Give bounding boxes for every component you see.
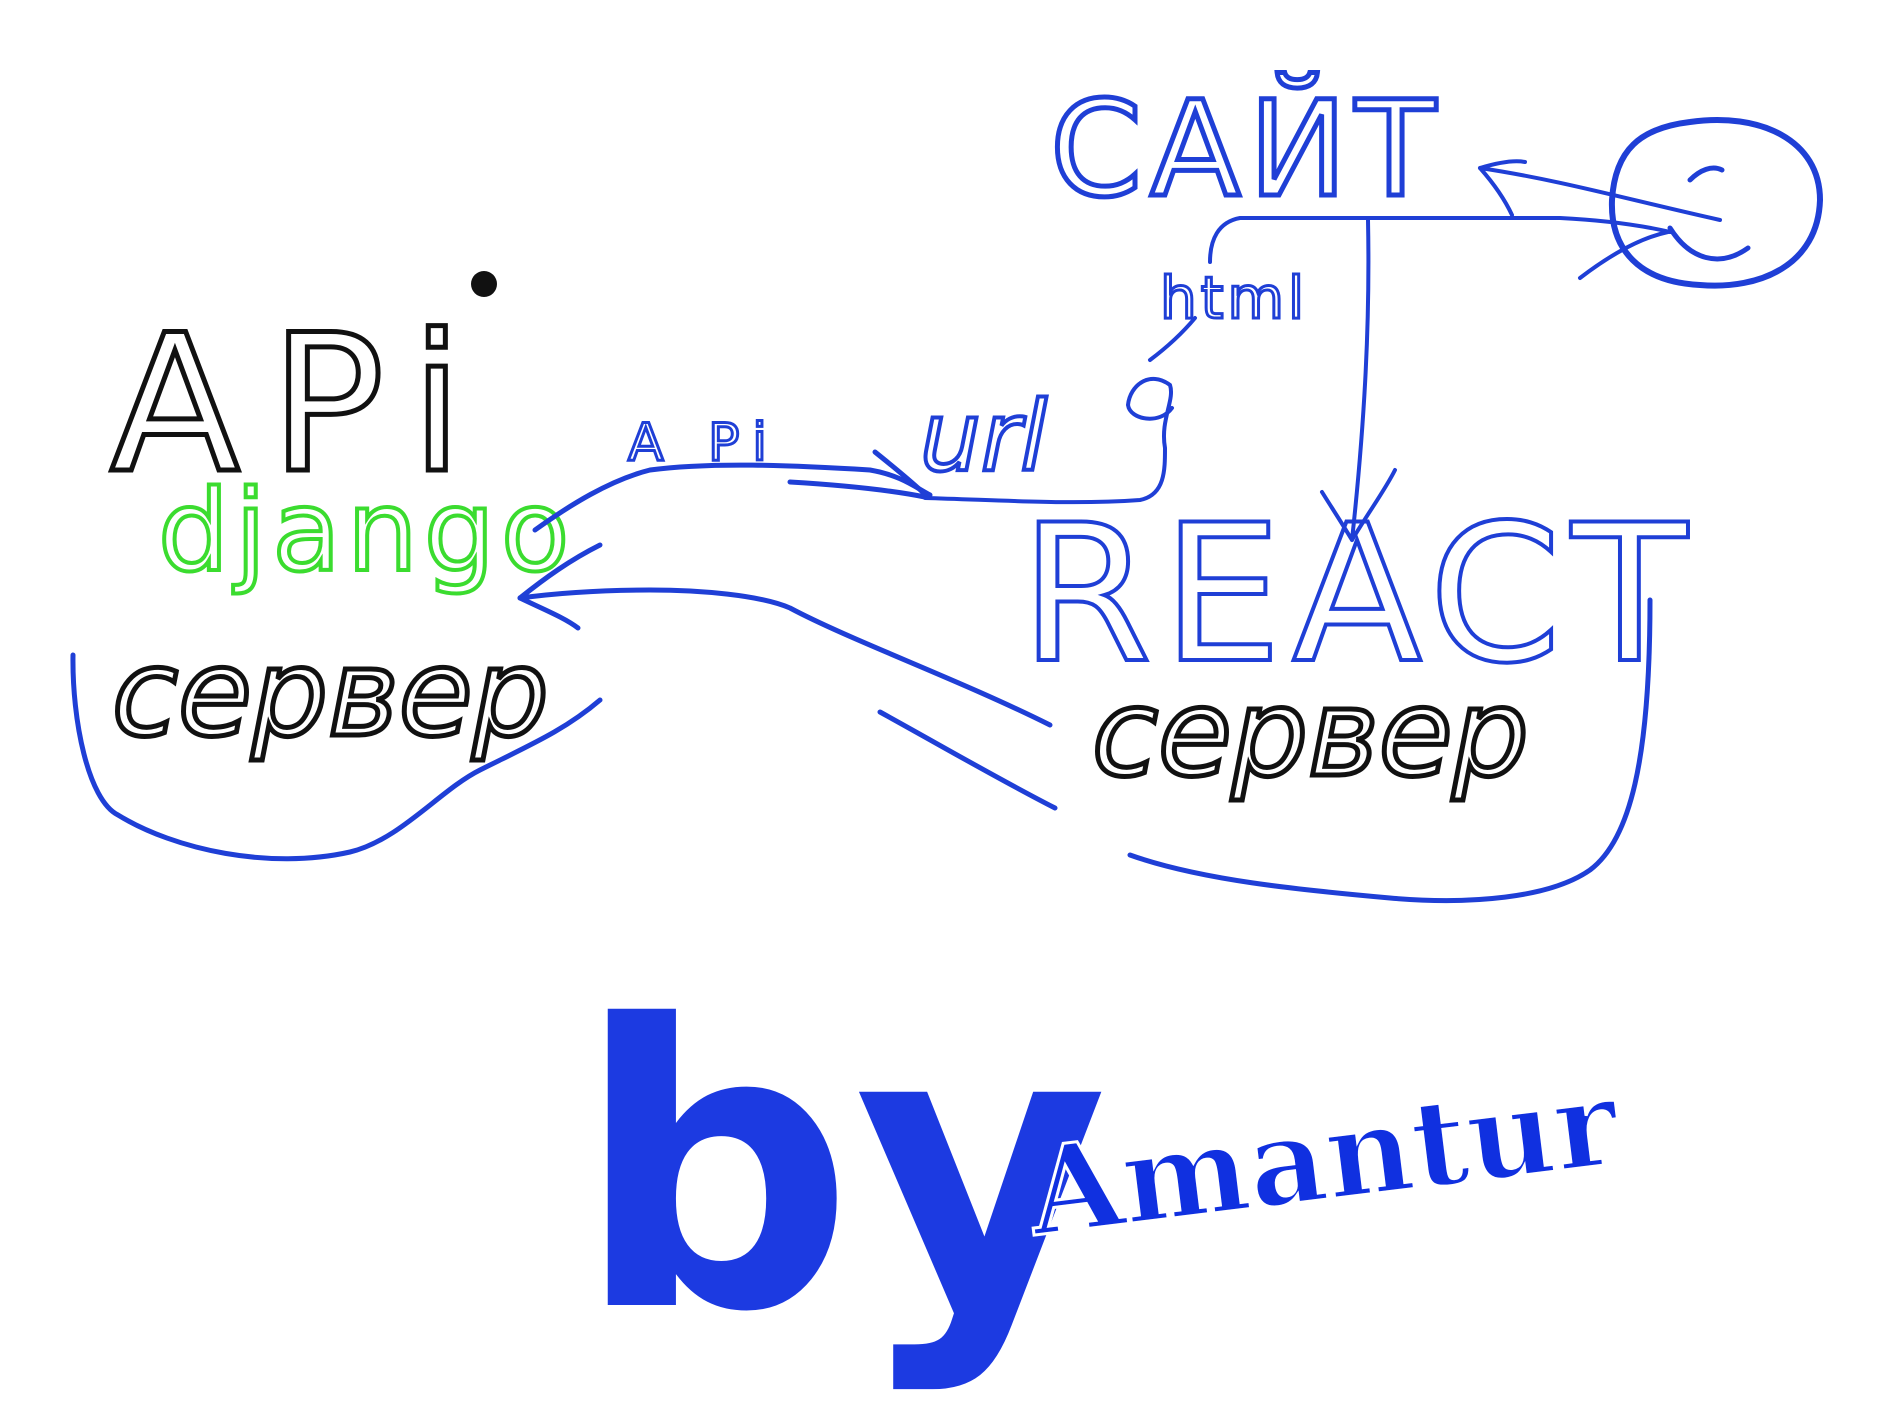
- arrow-lower-stroke: [877, 709, 1058, 811]
- arrow-return-to-django: [517, 587, 1053, 728]
- arrow-api-head: [787, 449, 931, 500]
- url-label: url: [920, 381, 1047, 493]
- server-left-label: сервер: [112, 625, 549, 764]
- site-label: САЙТ: [1050, 72, 1444, 227]
- server-right-label: сервер: [1092, 665, 1529, 804]
- html-label: html: [1160, 264, 1308, 332]
- arrow-api-label: A Pi: [628, 413, 781, 473]
- django-label: django: [158, 467, 575, 597]
- database-inner-stroke: [1667, 165, 1751, 262]
- credit-author: Amantur: [1020, 1052, 1627, 1264]
- arrow-api-to-url: [532, 462, 933, 533]
- diagram-canvas: APi django сервер A Pi url html САЙТ REA…: [70, 70, 1823, 1397]
